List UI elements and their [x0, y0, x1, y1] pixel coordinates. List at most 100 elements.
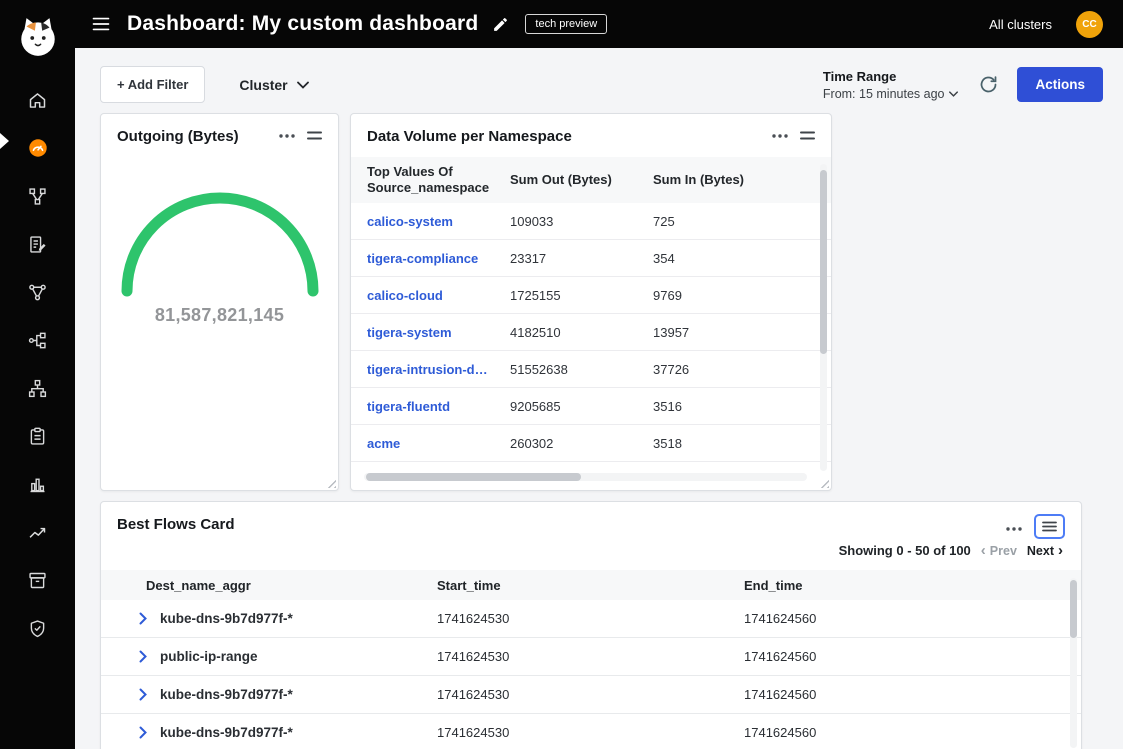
- sum-out-value: 109033: [494, 214, 637, 229]
- flows-table: Dest_name_aggr Start_time End_time kube-…: [101, 570, 1081, 749]
- start-time: 1741624530: [437, 687, 744, 702]
- sidebar-item-service-graph[interactable]: [0, 268, 75, 316]
- horizontal-scrollbar-thumb[interactable]: [366, 473, 581, 481]
- namespace-link[interactable]: calico-system: [351, 214, 494, 229]
- edit-pencil-icon[interactable]: [492, 16, 509, 33]
- sum-in-value: 3516: [637, 399, 787, 414]
- namespace-link[interactable]: calico-cloud: [351, 288, 494, 303]
- gauge-value: 81,587,821,145: [101, 305, 338, 326]
- table-row: kube-dns-9b7d977f-* 1741624530 174162456…: [101, 714, 1081, 749]
- sum-out-value: 1725155: [494, 288, 637, 303]
- cluster-dropdown-label: Cluster: [239, 77, 287, 93]
- active-item-marker: [0, 133, 9, 149]
- cluster-selector[interactable]: All clusters: [989, 17, 1052, 32]
- namespace-link[interactable]: acme: [351, 436, 494, 451]
- end-time: 1741624560: [744, 687, 1081, 702]
- table-row: tigera-intrusion-d… 51552638 37726: [351, 351, 831, 388]
- expand-chevron-icon[interactable]: [139, 726, 147, 739]
- sidebar-item-dashboards[interactable]: [0, 124, 75, 172]
- sidebar-item-timeline[interactable]: [0, 508, 75, 556]
- column-header: Start_time: [437, 578, 744, 593]
- column-header: Sum In (Bytes): [637, 166, 787, 194]
- time-range-block: Time Range From: 15 minutes ago: [823, 69, 959, 101]
- sidebar-item-compliance[interactable]: [0, 412, 75, 460]
- vertical-scrollbar-thumb[interactable]: [820, 170, 827, 354]
- filter-toolbar: + Add Filter Cluster Time Range From: 15…: [100, 66, 1103, 103]
- table-row: public-ip-range 1741624530 1741624560: [101, 638, 1081, 676]
- sum-out-value: 51552638: [494, 362, 637, 377]
- table-row: tigera-compliance 23317 354: [351, 240, 831, 277]
- table-header-row: Dest_name_aggr Start_time End_time: [101, 570, 1081, 600]
- prev-label: Prev: [990, 544, 1017, 558]
- sidebar-item-endpoints[interactable]: [0, 172, 75, 220]
- add-filter-button[interactable]: + Add Filter: [100, 66, 205, 103]
- start-time: 1741624530: [437, 649, 744, 664]
- sidebar-item-policies[interactable]: [0, 220, 75, 268]
- chevron-left-icon: ‹: [981, 543, 986, 558]
- table-row: kube-dns-9b7d977f-* 1741624530 174162456…: [101, 600, 1081, 638]
- sum-out-value: 9205685: [494, 399, 637, 414]
- sum-in-value: 354: [637, 251, 787, 266]
- end-time: 1741624560: [744, 725, 1081, 740]
- dest-name: kube-dns-9b7d977f-*: [160, 725, 293, 740]
- namespace-link[interactable]: tigera-system: [351, 325, 494, 340]
- overflow-menu-icon[interactable]: [1006, 527, 1022, 531]
- prev-page-button[interactable]: ‹ Prev: [981, 543, 1017, 558]
- topbar: Dashboard: My custom dashboard tech prev…: [75, 0, 1123, 48]
- drag-handle-icon[interactable]: [307, 130, 322, 141]
- namespace-link[interactable]: tigera-intrusion-d…: [351, 362, 494, 377]
- pagination-summary: Showing 0 - 50 of 100: [839, 543, 971, 558]
- namespace-link[interactable]: tigera-compliance: [351, 251, 494, 266]
- avatar[interactable]: CC: [1076, 11, 1103, 38]
- drag-handle-icon[interactable]: [1042, 520, 1057, 533]
- chevron-down-icon: [949, 91, 958, 97]
- next-page-button[interactable]: Next ›: [1027, 543, 1063, 558]
- sidebar-item-logs[interactable]: [0, 460, 75, 508]
- column-header: End_time: [744, 578, 1081, 593]
- column-header: Sum Out (Bytes): [494, 166, 637, 194]
- calico-cat-logo[interactable]: [15, 14, 61, 60]
- time-range-from-dropdown[interactable]: From: 15 minutes ago: [823, 87, 959, 101]
- sidebar: [0, 0, 75, 749]
- drag-handle-icon[interactable]: [800, 130, 815, 141]
- expand-chevron-icon[interactable]: [139, 650, 147, 663]
- resize-handle[interactable]: [819, 478, 829, 488]
- sum-in-value: 725: [637, 214, 787, 229]
- tech-preview-badge: tech preview: [525, 14, 607, 34]
- end-time: 1741624560: [744, 649, 1081, 664]
- table-row: tigera-system 4182510 13957: [351, 314, 831, 351]
- sidebar-item-storage[interactable]: [0, 556, 75, 604]
- table-row: kube-dns-9b7d977f-* 1741624530 174162456…: [101, 676, 1081, 714]
- main-content: + Add Filter Cluster Time Range From: 15…: [75, 48, 1123, 749]
- resize-handle[interactable]: [326, 478, 336, 488]
- expand-chevron-icon[interactable]: [139, 612, 147, 625]
- sum-in-value: 9769: [637, 288, 787, 303]
- actions-button[interactable]: Actions: [1017, 67, 1103, 102]
- cluster-dropdown[interactable]: Cluster: [239, 77, 308, 93]
- time-range-from-value: From: 15 minutes ago: [823, 87, 945, 101]
- table-row: acme 260302 3518: [351, 425, 831, 462]
- sum-out-value: 260302: [494, 436, 637, 451]
- end-time: 1741624560: [744, 611, 1081, 626]
- overflow-menu-icon[interactable]: [772, 134, 788, 138]
- vertical-scrollbar-thumb[interactable]: [1070, 580, 1077, 638]
- page-title: Dashboard: My custom dashboard: [127, 12, 478, 36]
- outgoing-bytes-card: Outgoing (Bytes) 81,587,821,145: [100, 113, 339, 491]
- chevron-down-icon: [297, 81, 309, 89]
- sidebar-item-home[interactable]: [0, 76, 75, 124]
- drag-handle-focus: [1034, 514, 1065, 539]
- column-header: Dest_name_aggr: [101, 578, 437, 593]
- next-label: Next: [1027, 544, 1054, 558]
- start-time: 1741624530: [437, 725, 744, 740]
- namespace-link[interactable]: tigera-fluentd: [351, 399, 494, 414]
- sidebar-item-flows[interactable]: [0, 316, 75, 364]
- sum-in-value: 3518: [637, 436, 787, 451]
- sum-out-value: 4182510: [494, 325, 637, 340]
- refresh-icon[interactable]: [978, 74, 999, 95]
- menu-icon[interactable]: [91, 14, 111, 34]
- overflow-menu-icon[interactable]: [279, 134, 295, 138]
- gauge-chart: 81,587,821,145: [101, 191, 338, 326]
- expand-chevron-icon[interactable]: [139, 688, 147, 701]
- sidebar-item-clusters[interactable]: [0, 364, 75, 412]
- sidebar-item-security[interactable]: [0, 604, 75, 652]
